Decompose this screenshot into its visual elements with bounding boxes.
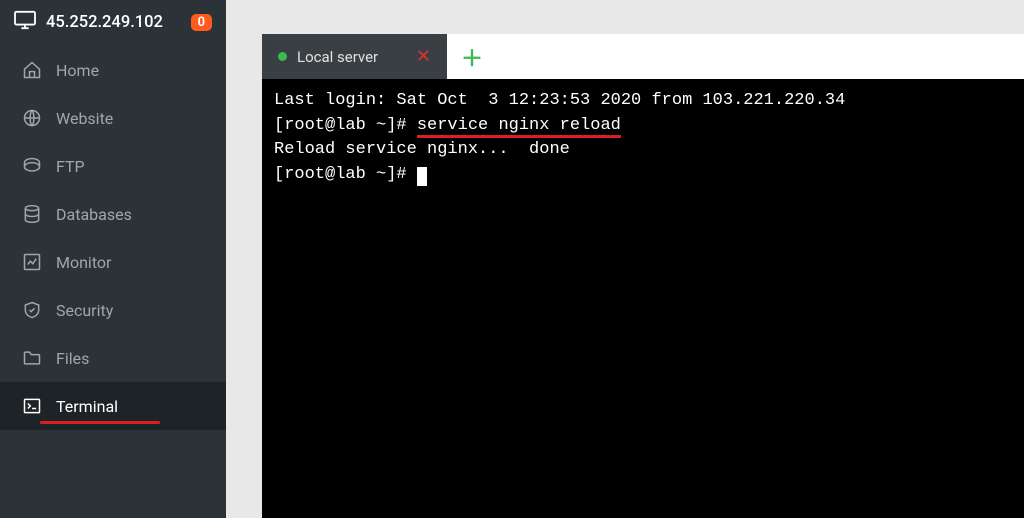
database-icon	[22, 204, 42, 224]
sidebar-item-label: Security	[56, 301, 113, 320]
sidebar-item-label: Website	[56, 109, 113, 128]
plus-icon: ＋	[461, 41, 483, 73]
sidebar-item-label: FTP	[56, 157, 85, 176]
home-icon	[22, 60, 42, 80]
tab-label: Local server	[297, 48, 378, 66]
sidebar-item-label: Databases	[56, 205, 132, 224]
sidebar-nav: Home Website FTP Databases Monitor	[0, 46, 226, 430]
server-ip: 45.252.249.102	[46, 13, 181, 32]
sidebar-item-label: Home	[56, 61, 99, 80]
sidebar-item-label: Terminal	[56, 397, 118, 416]
sidebar-item-databases[interactable]: Databases	[0, 190, 226, 238]
terminal-prompt: [root@lab ~]#	[274, 116, 417, 135]
ftp-icon	[22, 156, 42, 176]
main-content: Local server ✕ ＋ Last login: Sat Oct 3 1…	[226, 0, 1024, 518]
sidebar-item-ftp[interactable]: FTP	[0, 142, 226, 190]
sidebar-item-terminal[interactable]: Terminal	[0, 382, 226, 430]
status-dot-icon	[278, 52, 287, 61]
sidebar-item-label: Monitor	[56, 253, 111, 272]
notification-badge[interactable]: 0	[191, 14, 212, 31]
terminal-line: Last login: Sat Oct 3 12:23:53 2020 from…	[274, 91, 845, 110]
tab-bar: Local server ✕ ＋	[262, 34, 1024, 79]
add-tab-button[interactable]: ＋	[447, 34, 497, 79]
sidebar: 45.252.249.102 0 Home Website FTP Data	[0, 0, 226, 518]
terminal-command: service nginx reload	[417, 116, 621, 138]
sidebar-item-website[interactable]: Website	[0, 94, 226, 142]
tab-bar-spacer	[497, 34, 1024, 79]
terminal-prompt: [root@lab ~]#	[274, 165, 417, 184]
folder-icon	[22, 348, 42, 368]
sidebar-item-files[interactable]: Files	[0, 334, 226, 382]
globe-icon	[22, 108, 42, 128]
cursor-icon	[417, 167, 427, 186]
annotation-underline-icon	[40, 421, 160, 424]
sidebar-item-home[interactable]: Home	[0, 46, 226, 94]
sidebar-item-label: Files	[56, 349, 89, 368]
terminal-icon	[22, 396, 42, 416]
tab-local-server[interactable]: Local server ✕	[262, 34, 447, 79]
sidebar-item-monitor[interactable]: Monitor	[0, 238, 226, 286]
terminal-output[interactable]: Last login: Sat Oct 3 12:23:53 2020 from…	[262, 79, 1024, 518]
monitor-icon	[14, 10, 36, 34]
sidebar-header: 45.252.249.102 0	[0, 0, 226, 46]
shield-icon	[22, 300, 42, 320]
terminal-line: Reload service nginx... done	[274, 140, 570, 159]
close-icon[interactable]: ✕	[416, 46, 431, 67]
chart-icon	[22, 252, 42, 272]
sidebar-item-security[interactable]: Security	[0, 286, 226, 334]
